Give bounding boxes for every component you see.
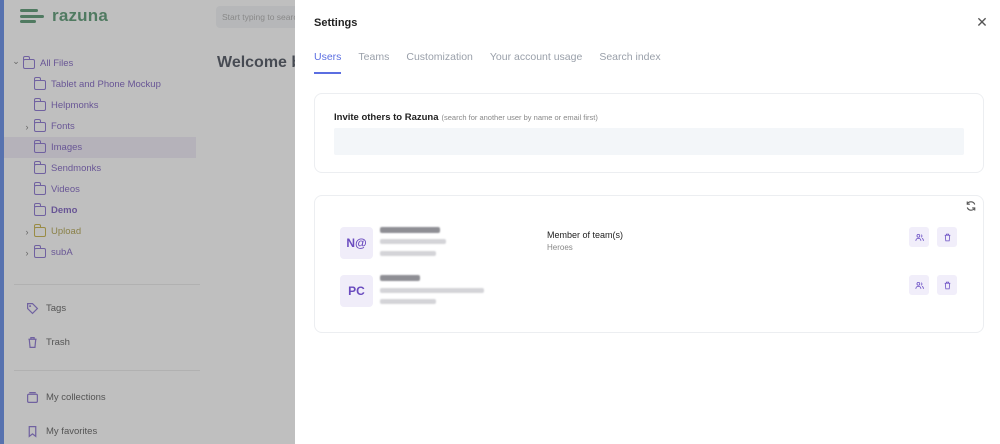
invite-user-search-input[interactable] bbox=[334, 128, 964, 155]
tab-search-index[interactable]: Search index bbox=[599, 51, 660, 74]
settings-tabs: Users Teams Customization Your account usag… bbox=[314, 51, 661, 74]
edit-user-teams-button[interactable] bbox=[909, 227, 929, 247]
settings-panel: Settings ✕ Users Teams Customization Your a… bbox=[295, 0, 1000, 444]
invite-card: Invite others to Razuna (search for anoth… bbox=[314, 93, 984, 173]
edit-user-teams-button[interactable] bbox=[909, 275, 929, 295]
users-icon bbox=[914, 281, 924, 289]
user-row: N@ Member of team(s) Heroes bbox=[340, 227, 960, 263]
invite-title-text: Invite others to Razuna bbox=[334, 112, 439, 123]
settings-title: Settings bbox=[314, 17, 358, 29]
user-email-redacted bbox=[380, 288, 484, 293]
user-date-redacted bbox=[380, 299, 436, 304]
tab-users[interactable]: Users bbox=[314, 51, 342, 74]
member-of-teams-label: Member of team(s) bbox=[547, 230, 624, 240]
user-date-redacted bbox=[380, 251, 436, 256]
user-email-redacted bbox=[380, 239, 446, 244]
users-card: N@ Member of team(s) Heroes PC bbox=[314, 195, 984, 333]
users-icon bbox=[914, 233, 924, 241]
avatar: PC bbox=[340, 275, 373, 307]
invite-title: Invite others to Razuna (search for anoth… bbox=[334, 112, 598, 123]
tab-teams[interactable]: Teams bbox=[358, 51, 389, 74]
avatar: N@ bbox=[340, 227, 373, 259]
tab-customization[interactable]: Customization bbox=[406, 51, 473, 74]
trash-icon bbox=[944, 233, 950, 241]
trash-icon bbox=[944, 281, 950, 289]
close-icon[interactable]: ✕ bbox=[975, 15, 989, 29]
member-of-teams-value: Heroes bbox=[547, 243, 573, 252]
invite-hint: (search for another user by name or emai… bbox=[441, 113, 598, 122]
delete-user-button[interactable] bbox=[937, 275, 957, 295]
refresh-icon[interactable] bbox=[965, 200, 977, 212]
modal-overlay[interactable] bbox=[0, 0, 295, 444]
delete-user-button[interactable] bbox=[937, 227, 957, 247]
user-name-redacted bbox=[380, 275, 420, 281]
tab-your-account-usage[interactable]: Your account usage bbox=[490, 51, 582, 74]
user-row: PC bbox=[340, 275, 960, 311]
user-name-redacted bbox=[380, 227, 440, 233]
